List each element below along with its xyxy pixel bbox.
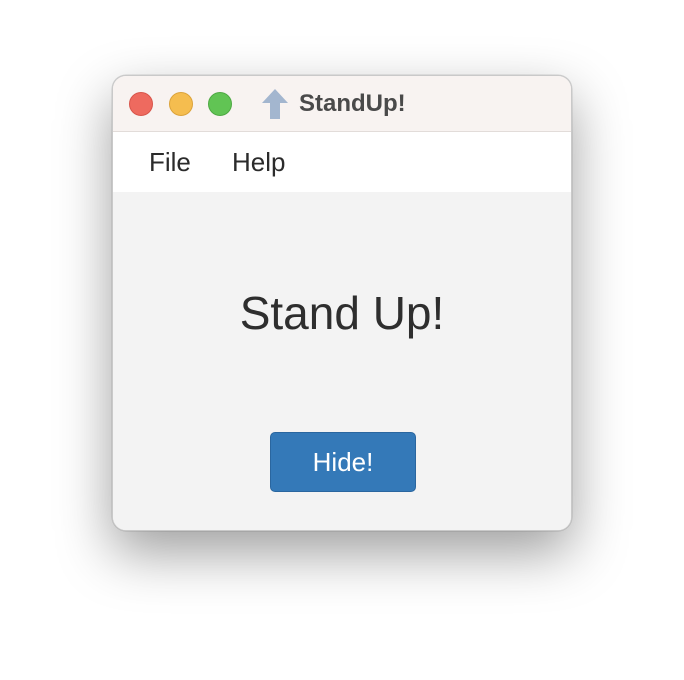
main-content: Stand Up! Hide! (113, 192, 571, 530)
up-arrow-icon (262, 89, 288, 119)
desktop-background: StandUp! File Help Stand Up! Hide! (0, 0, 684, 680)
minimize-window-button[interactable] (169, 92, 193, 116)
menu-bar: File Help (113, 132, 571, 192)
close-window-button[interactable] (129, 92, 153, 116)
menu-help[interactable]: Help (232, 147, 285, 177)
title-bar[interactable]: StandUp! (113, 76, 571, 132)
menu-file[interactable]: File (149, 147, 191, 177)
maximize-window-button[interactable] (208, 92, 232, 116)
app-window: StandUp! File Help Stand Up! Hide! (112, 75, 572, 531)
hide-button[interactable]: Hide! (270, 432, 416, 492)
window-title: StandUp! (299, 90, 406, 117)
stand-up-heading: Stand Up! (239, 287, 445, 339)
